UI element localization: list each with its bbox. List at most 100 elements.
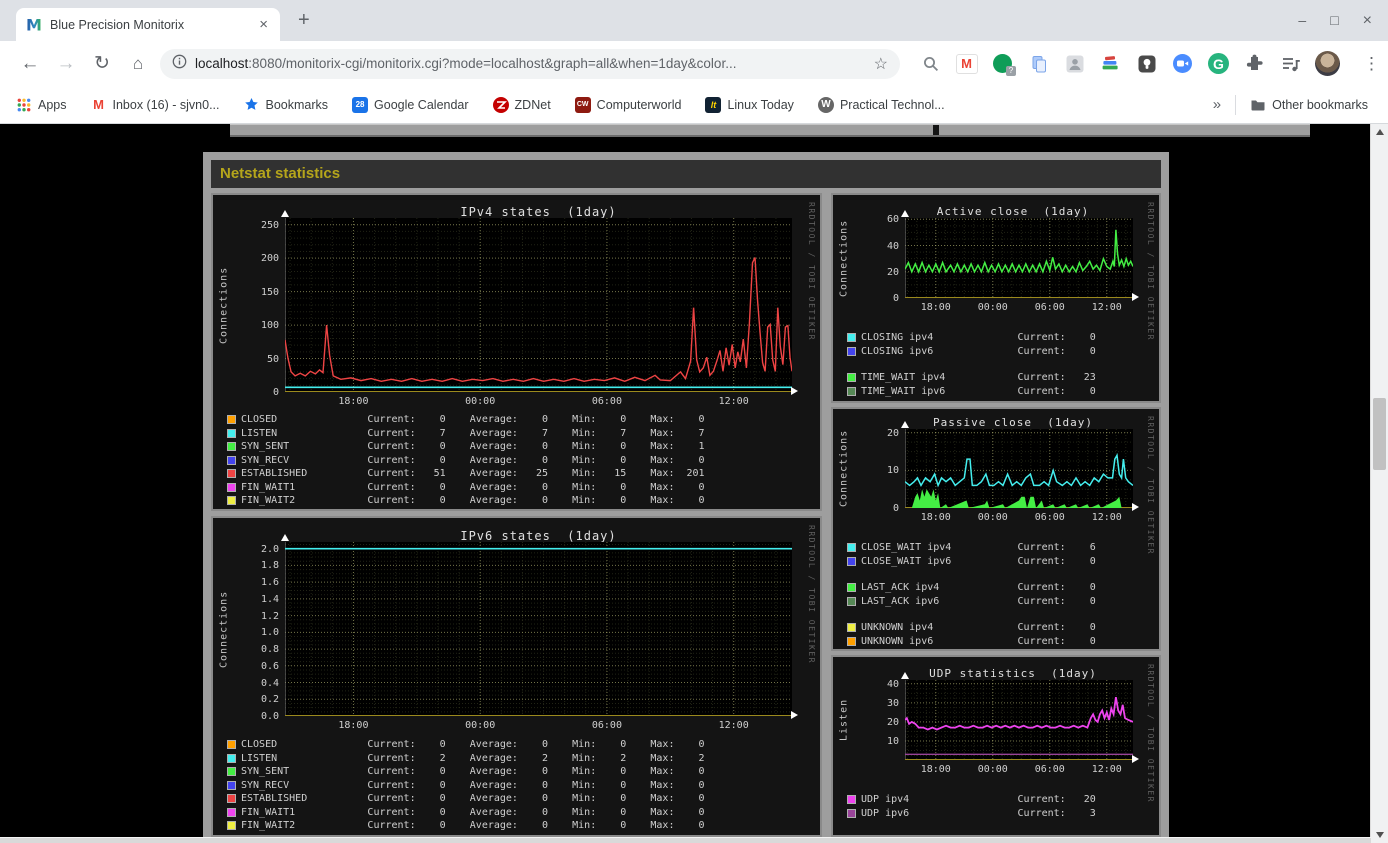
bookmarks-overflow-icon[interactable]: » (1213, 96, 1221, 113)
search-icon[interactable] (919, 52, 942, 75)
y-tick-label: 1.8 (260, 560, 279, 572)
forward-icon[interactable]: → (48, 53, 84, 75)
legend-text: TIME_WAIT ipv4 Current: 23 (861, 372, 1096, 384)
x-tick-label: 18:00 (920, 512, 951, 523)
legend-row: CLOSE_WAIT ipv6 Current: 0 (847, 555, 1096, 569)
books-stack-icon[interactable] (1099, 52, 1122, 75)
linuxtoday-icon: lt (705, 96, 722, 113)
netstat-section: Netstat statistics IPv4 states (1day) Co… (203, 152, 1169, 843)
legend-row: SYN_SENT Current: 0 Average: 0 Min: 0 Ma… (227, 440, 705, 454)
scrollbar-thumb[interactable] (1373, 398, 1386, 470)
url-path: :8080/monitorix-cgi/monitorix.cgi?mode=l… (248, 56, 737, 71)
graph-title: Passive close (1day) (932, 416, 1094, 429)
x-tick-label: 12:00 (718, 396, 749, 407)
y-axis-label: Connections (218, 266, 230, 344)
legend-row: SYN_SENT Current: 0 Average: 0 Min: 0 Ma… (227, 765, 705, 779)
y-tick-label: 1.4 (260, 593, 279, 605)
legend-swatch (847, 808, 856, 818)
person-extension-icon[interactable] (1063, 52, 1086, 75)
bookmark-zdnet[interactable]: ZDNet (492, 96, 551, 113)
computerworld-icon: CW (574, 96, 591, 113)
bookmark-bookmarks[interactable]: Bookmarks (244, 97, 328, 113)
y-tick-label: 30 (886, 697, 899, 709)
info-icon[interactable] (172, 54, 187, 74)
new-tab-button[interactable]: + (298, 9, 310, 32)
x-axis-arrow (1132, 755, 1139, 763)
scroll-up-icon[interactable] (1371, 124, 1388, 140)
graph-ipv6-states[interactable]: IPv6 states (1day) Connections RRDTOOL /… (211, 516, 822, 837)
graph-title: Active close (1day) (936, 205, 1090, 218)
browser-menu-icon[interactable]: ⋮ (1363, 54, 1380, 74)
legend-swatch (847, 596, 856, 606)
extensions-puzzle-icon[interactable] (1243, 52, 1266, 75)
back-icon[interactable]: ← (12, 53, 48, 75)
minimize-button[interactable]: – (1298, 12, 1306, 30)
x-tick-label: 12:00 (1091, 302, 1122, 313)
section-title: Netstat statistics (211, 160, 1161, 188)
profile-avatar[interactable] (1315, 51, 1340, 76)
copy-pages-icon[interactable] (1027, 52, 1050, 75)
x-tick-label: 12:00 (1091, 764, 1122, 775)
graph-title: IPv6 states (1day) (460, 529, 617, 543)
page-scrollbar[interactable] (1370, 124, 1388, 843)
x-axis-arrow (791, 711, 798, 719)
maximize-button[interactable]: □ (1330, 12, 1338, 30)
x-tick-label: 00:00 (465, 396, 496, 407)
scroll-down-icon[interactable] (1371, 827, 1388, 843)
bookmark-star-icon[interactable]: ☆ (874, 54, 888, 74)
bookmarks-divider (1235, 94, 1237, 115)
legend-swatch (227, 455, 236, 465)
y-tick-label: 200 (260, 253, 279, 265)
apps-shortcut[interactable]: Apps (16, 97, 67, 113)
legend-row: TIME_WAIT ipv4 Current: 23 (847, 371, 1096, 385)
grammarly-icon[interactable]: G (1207, 52, 1230, 75)
bookmarks-bar: Apps M Inbox (16) - sjvn0... Bookmarks 2… (0, 86, 1388, 124)
window-bottom-edge (0, 837, 1371, 843)
url-bar[interactable]: localhost:8080/monitorix-cgi/monitorix.c… (160, 48, 900, 79)
legend-text: CLOSED Current: 0 Average: 0 Min: 0 Max:… (241, 739, 705, 751)
legend-row: TIME_WAIT ipv6 Current: 0 (847, 385, 1096, 399)
zdnet-icon (492, 96, 509, 113)
browser-tab[interactable]: M Blue Precision Monitorix × (16, 8, 280, 41)
y-tick-label: 10 (886, 735, 899, 747)
graph-active-close[interactable]: Active close (1day) Connections RRDTOOL … (831, 193, 1161, 403)
y-axis-label: Connections (838, 429, 850, 508)
legend-text: UDP ipv6 Current: 3 (861, 807, 1096, 819)
graph-passive-close[interactable]: Passive close (1day) Connections RRDTOOL… (831, 407, 1161, 651)
legend-text: CLOSED Current: 0 Average: 0 Min: 0 Max:… (241, 414, 705, 426)
zoom-camera-icon[interactable] (1171, 52, 1194, 75)
y-axis-arrow (901, 421, 909, 428)
legend-swatch (227, 496, 236, 506)
x-tick-label: 06:00 (1034, 512, 1065, 523)
y-tick-label: 2.0 (260, 543, 279, 555)
bookmark-linux-today[interactable]: lt Linux Today (705, 96, 794, 113)
svg-text:M: M (26, 17, 42, 33)
bookmark-practical-technology[interactable]: W Practical Technol... (817, 96, 945, 113)
playlist-icon[interactable] (1279, 52, 1302, 75)
bookmark-inbox[interactable]: M Inbox (16) - sjvn0... (91, 97, 219, 113)
legend-text: LISTEN Current: 7 Average: 7 Min: 7 Max:… (241, 427, 705, 439)
bookmark-google-calendar[interactable]: 28 Google Calendar (352, 96, 469, 113)
close-button[interactable]: × (1363, 12, 1372, 30)
x-tick-label: 18:00 (920, 764, 951, 775)
legend-row: ESTABLISHED Current: 51 Average: 25 Min:… (227, 467, 705, 481)
x-tick-label: 18:00 (338, 720, 369, 731)
google-voice-icon[interactable]: ? (991, 52, 1016, 76)
home-icon[interactable]: ⌂ (120, 54, 156, 74)
x-tick-label: 00:00 (977, 512, 1008, 523)
x-tick-label: 00:00 (977, 302, 1008, 313)
legend-row: CLOSED Current: 0 Average: 0 Min: 0 Max:… (227, 413, 705, 427)
lamp-extension-icon[interactable] (1135, 52, 1158, 75)
legend-row: CLOSED Current: 0 Average: 0 Min: 0 Max:… (227, 738, 705, 752)
reload-icon[interactable]: ↻ (84, 52, 120, 75)
gmail-extension-icon[interactable]: M (955, 52, 978, 75)
bookmark-computerworld[interactable]: CW Computerworld (574, 96, 681, 113)
graph-udp-statistics[interactable]: UDP statistics (1day) Listen RRDTOOL / T… (831, 655, 1161, 837)
x-tick-label: 12:00 (718, 720, 749, 731)
other-bookmarks-button[interactable]: Other bookmarks (1250, 97, 1368, 113)
graph-ipv4-states[interactable]: IPv4 states (1day) Connections RRDTOOL /… (211, 193, 822, 511)
y-tick-label: 1.6 (260, 577, 279, 589)
tab-close-icon[interactable]: × (257, 17, 270, 32)
legend-text: LAST_ACK ipv4 Current: 0 (861, 582, 1096, 594)
legend-text: FIN_WAIT2 Current: 0 Average: 0 Min: 0 M… (241, 820, 705, 832)
